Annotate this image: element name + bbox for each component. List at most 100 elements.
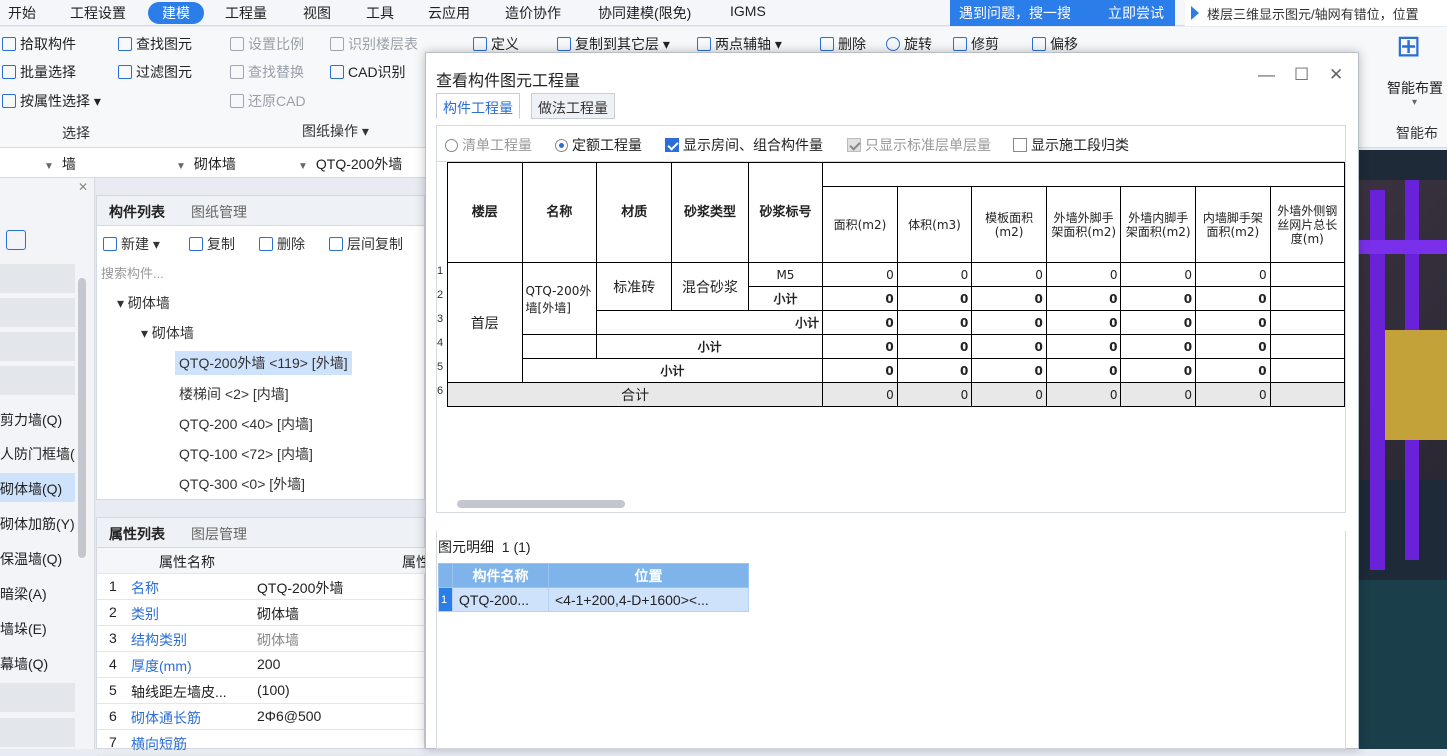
menu-quantity[interactable]: 工程量 <box>225 3 267 23</box>
property-name: 结构类别 <box>131 632 187 648</box>
tree-root-masonry[interactable]: ▾ 砌体墙 <box>117 293 170 313</box>
quota-qty-radio[interactable]: 定额工程量 <box>555 135 642 155</box>
detail-corner <box>438 563 453 588</box>
menu-cloud[interactable]: 云应用 <box>428 3 470 23</box>
minimize-icon[interactable]: — <box>1258 65 1275 85</box>
list-view-icon[interactable] <box>6 230 26 250</box>
filter-element-button[interactable]: 过滤图元 <box>118 62 192 82</box>
close-icon[interactable]: ✕ <box>1329 65 1343 85</box>
component-select[interactable]: ▼ QTQ-200外墙 <box>298 154 402 174</box>
property-row[interactable]: 4 厚度(mm) 200 <box>97 652 426 678</box>
cell-value: 0 <box>822 310 898 335</box>
property-row[interactable]: 1 名称 QTQ-200外墙 <box>97 574 426 600</box>
delete-button[interactable]: 删除 <box>820 34 866 54</box>
menu-tools[interactable]: 工具 <box>366 3 394 23</box>
cad-identify-button[interactable]: CAD识别 <box>330 62 406 82</box>
chevron-down-icon: ▼ <box>298 161 308 172</box>
tab-layer-manage[interactable]: 图层管理 <box>191 524 247 544</box>
nav-scrollbar[interactable] <box>78 278 86 558</box>
show-stage-checkbox[interactable]: 显示施工段归类 <box>1013 135 1129 155</box>
pick-component-button[interactable]: 拾取构件 <box>2 34 76 54</box>
nav-blank <box>0 366 75 395</box>
property-row[interactable]: 5 轴线距左墙皮... (100) <box>97 678 426 704</box>
nav-item-shear-wall[interactable]: 剪力墙(Q) <box>0 404 75 433</box>
category-select[interactable]: ▼ 墙 <box>44 154 76 174</box>
tree-item[interactable]: QTQ-300 <0> [外墙] <box>179 474 305 494</box>
set-scale-button[interactable]: 设置比例 <box>230 34 304 54</box>
tab-component-qty[interactable]: 构件工程量 <box>436 93 520 119</box>
find-element-button[interactable]: 查找图元 <box>118 34 192 54</box>
tree-item[interactable]: 楼梯间 <2> [内墙] <box>179 384 289 404</box>
try-now-button[interactable]: 立即尝试 <box>1108 3 1164 23</box>
define-button[interactable]: 定义 <box>473 34 519 54</box>
tab-property-list[interactable]: 属性列表 <box>109 524 165 544</box>
nav-item-masonry-rebar[interactable]: 砌体加筋(Y) <box>0 508 75 537</box>
cell-value: 0 <box>1120 310 1197 335</box>
tab-component-list[interactable]: 构件列表 <box>109 202 165 222</box>
attr-select-icon <box>2 94 16 108</box>
property-value: QTQ-200外墙 <box>257 580 344 596</box>
copy-component-button[interactable]: 复制 <box>189 234 235 254</box>
search-component-input[interactable]: 搜索构件... <box>101 263 164 282</box>
tree-item[interactable]: QTQ-100 <72> [内墙] <box>179 444 313 464</box>
horizontal-scrollbar[interactable] <box>457 500 625 508</box>
table-row[interactable]: 小计 000000 <box>448 334 1345 359</box>
smart-layout-button[interactable]: 智能布置 <box>1387 78 1443 98</box>
only-std-checkbox[interactable]: 只显示标准层单层量 <box>847 135 991 155</box>
offset-button[interactable]: 偏移 <box>1032 34 1078 54</box>
table-row[interactable]: 首层 QTQ-200外墙[外墙] 标准砖 混合砂浆 M5 000000 <box>447 262 1345 383</box>
property-row[interactable]: 2 类别 砌体墙 <box>97 600 426 626</box>
menu-project-settings[interactable]: 工程设置 <box>70 3 126 23</box>
row-number: 4 <box>437 337 444 349</box>
maximize-icon[interactable]: ☐ <box>1294 65 1309 85</box>
cell-value: 0 <box>1045 286 1122 311</box>
batch-select-button[interactable]: 批量选择 <box>2 62 76 82</box>
floor-copy-button[interactable]: 层间复制 <box>329 234 403 254</box>
property-row[interactable]: 7 横向短筋 <box>97 730 426 756</box>
rotate-button[interactable]: 旋转 <box>886 34 932 54</box>
type-select[interactable]: ▼ 砌体墙 <box>176 154 236 174</box>
property-row[interactable]: 6 砌体通长筋 2Φ6@500 <box>97 704 426 730</box>
close-icon[interactable]: ✕ <box>78 180 88 194</box>
select-by-attr-button[interactable]: 按属性选择 ▾ <box>2 91 101 111</box>
notice-text[interactable]: 楼层三维显示图元/轴网有错位，位置 <box>1185 0 1447 26</box>
find-replace-button[interactable]: 查找替换 <box>230 62 304 82</box>
chevron-down-icon: ▼ <box>176 161 186 172</box>
nav-item-masonry-wall[interactable]: 砌体墙(Q) <box>0 473 75 502</box>
identify-floor-button[interactable]: 识别楼层表 <box>330 34 418 54</box>
menu-start[interactable]: 开始 <box>8 3 36 23</box>
delete-component-button[interactable]: 删除 <box>259 234 305 254</box>
nav-item-wall-pier[interactable]: 墙垛(E) <box>0 613 75 642</box>
component-quantity-dialog: 查看构件图元工程量 — ☐ ✕ 构件工程量 做法工程量 清单工程量 定额工程量 … <box>425 52 1359 749</box>
smart-layout-dropdown-icon[interactable]: ▾ <box>1412 97 1417 108</box>
menu-view[interactable]: 视图 <box>303 3 331 23</box>
menu-collab-model[interactable]: 协同建模(限免) <box>598 3 691 23</box>
tree-child-masonry[interactable]: ▾ 砌体墙 <box>141 323 194 343</box>
nav-item-curtain-wall[interactable]: 幕墙(Q) <box>0 648 75 677</box>
tab-drawing-manage[interactable]: 图纸管理 <box>191 202 247 222</box>
tree-item[interactable]: QTQ-200 <40> [内墙] <box>179 414 313 434</box>
nav-item-insulation-wall[interactable]: 保温墙(Q) <box>0 543 75 572</box>
menu-igms[interactable]: IGMS <box>730 3 766 19</box>
menu-modeling[interactable]: 建模 <box>148 2 204 24</box>
menu-cost-collab[interactable]: 造价协作 <box>505 3 561 23</box>
nav-item-civil-defense-wall[interactable]: 人防门框墙(. <box>0 438 75 467</box>
property-row[interactable]: 3 结构类别 砌体墙 <box>97 626 426 652</box>
tree-item[interactable]: QTQ-200外墙 <119> [外墙] <box>175 351 352 375</box>
smart-layout-icon[interactable]: ⊞ <box>1396 29 1421 64</box>
restore-cad-button[interactable]: 还原CAD <box>230 91 306 111</box>
select-group-label: 选择 <box>62 125 90 141</box>
tab-method-qty[interactable]: 做法工程量 <box>531 93 615 119</box>
trim-button[interactable]: 修剪 <box>953 34 999 54</box>
table-row[interactable]: 小计 000000 <box>448 358 1345 383</box>
cell-value: 0 <box>971 262 1047 287</box>
3d-view-canvas[interactable] <box>1345 150 1447 749</box>
nav-item-hidden-beam[interactable]: 暗梁(A) <box>0 578 75 607</box>
show-rooms-checkbox[interactable]: 显示房间、组合构件量 <box>665 135 823 155</box>
new-component-button[interactable]: 新建 ▾ <box>103 234 160 254</box>
table-row-total[interactable]: 合计 000000 <box>446 382 1345 407</box>
two-point-axis-button[interactable]: 两点辅轴 ▾ <box>697 34 782 54</box>
copy-to-floor-button[interactable]: 复制到其它层 ▾ <box>557 34 670 54</box>
detail-row[interactable]: 1 QTQ-200... <4-1+200,4-D+1600><... <box>438 587 749 612</box>
list-qty-radio[interactable]: 清单工程量 <box>445 135 532 155</box>
